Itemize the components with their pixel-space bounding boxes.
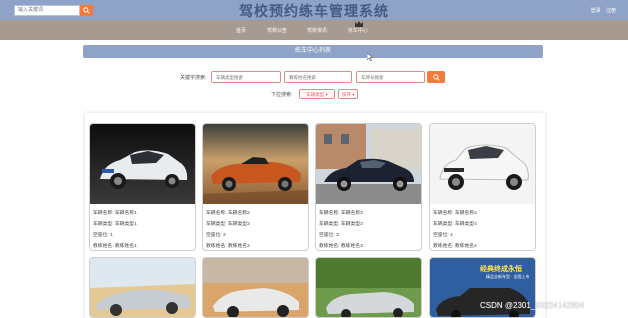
vehicle-type-dropdown[interactable]: 车辆类型 ▾ bbox=[299, 89, 335, 99]
vehicle-name: 车辆名称4 bbox=[454, 211, 477, 216]
vehicle-photo bbox=[316, 124, 421, 204]
vehicle-name-label: 车辆名称: bbox=[93, 211, 114, 216]
login-link[interactable]: 登录 bbox=[591, 8, 601, 14]
vehicle-type: 车辆类型2 bbox=[227, 222, 250, 227]
banner-subtitle: 精品全新车型 · 全国上市 bbox=[486, 274, 530, 279]
vehicle-card[interactable]: 车辆名称: 车辆名称4 车辆类型: 车辆类型4 空座位: 4 教练姓名: 教练姓… bbox=[429, 123, 536, 251]
vehicle-type: 车辆类型1 bbox=[114, 222, 137, 227]
vehicle-info: 车辆名称: 车辆名称4 车辆类型: 车辆类型4 空座位: 4 教练姓名: 教练姓… bbox=[433, 208, 477, 250]
top-header: 驾校预约练车管理系统 登录 注册 bbox=[0, 0, 628, 20]
sort-dropdown[interactable]: 排序 ▾ bbox=[338, 89, 358, 99]
vehicle-photo bbox=[430, 124, 535, 204]
nav-item-announcements[interactable]: 驾校公告 bbox=[267, 27, 287, 34]
vehicle-name: 车辆名称2 bbox=[227, 211, 250, 216]
keyword-search-label: 关键字搜索: bbox=[180, 75, 207, 81]
search-icon bbox=[432, 73, 440, 81]
vehicle-coach: 教练姓名2 bbox=[227, 244, 250, 249]
nav-item-home[interactable]: 首页 bbox=[236, 27, 246, 34]
vehicle-seats: 4 bbox=[450, 233, 453, 238]
vehicle-type-label: 车辆类型: bbox=[319, 222, 340, 227]
auth-links: 登录 注册 bbox=[587, 7, 616, 14]
vehicle-photo bbox=[203, 258, 308, 317]
main-nav: 首页 驾校公告 驾校资讯 练车中心 bbox=[0, 20, 628, 40]
section-title: 练车中心列表 bbox=[83, 45, 543, 58]
vehicle-coach: 教练姓名4 bbox=[454, 244, 477, 249]
vehicle-type: 车辆类型3 bbox=[340, 222, 363, 227]
vehicle-type-label: 车辆类型: bbox=[433, 222, 454, 227]
vehicle-type-search-input[interactable] bbox=[211, 71, 281, 83]
vehicle-coach-label: 教练姓名: bbox=[319, 244, 340, 249]
filter-search-button[interactable] bbox=[427, 71, 445, 83]
vehicle-seats: 3 bbox=[336, 233, 339, 238]
vehicle-seats-label: 空座位: bbox=[93, 233, 109, 238]
site-title: 驾校预约练车管理系统 bbox=[239, 3, 389, 19]
vehicle-card[interactable]: 车辆名称: 车辆名称2 车辆类型: 车辆类型2 空座位: 2 教练姓名: 教练姓… bbox=[202, 123, 309, 251]
register-link[interactable]: 注册 bbox=[606, 8, 616, 14]
vehicle-info: 车辆名称: 车辆名称2 车辆类型: 车辆类型2 空座位: 2 教练姓名: 教练姓… bbox=[206, 208, 250, 250]
vehicle-photo bbox=[90, 258, 195, 317]
vehicle-info: 车辆名称: 车辆名称1 车辆类型: 车辆类型1 空座位: 1 教练姓名: 教练姓… bbox=[93, 208, 137, 250]
vehicle-card[interactable] bbox=[89, 257, 196, 318]
vehicle-name-label: 车辆名称: bbox=[206, 211, 227, 216]
nav-item-practice-center[interactable]: 练车中心 bbox=[348, 27, 368, 34]
vehicle-card[interactable] bbox=[202, 257, 309, 318]
vehicle-seats-label: 空座位: bbox=[433, 233, 449, 238]
vehicle-name: 车辆名称3 bbox=[340, 211, 363, 216]
vehicle-name: 车辆名称1 bbox=[114, 211, 137, 216]
vehicle-seats: 1 bbox=[110, 233, 113, 238]
vehicle-info: 车辆名称: 车辆名称3 车辆类型: 车辆类型3 空座位: 3 教练姓名: 教练姓… bbox=[319, 208, 363, 250]
vehicle-coach: 教练姓名3 bbox=[340, 244, 363, 249]
vehicle-type-label: 车辆类型: bbox=[206, 222, 227, 227]
vehicle-type: 车辆类型4 bbox=[454, 222, 477, 227]
vehicle-card[interactable]: 车辆名称: 车辆名称1 车辆类型: 车辆类型1 空座位: 1 教练姓名: 教练姓… bbox=[89, 123, 196, 251]
vehicle-name-label: 车辆名称: bbox=[433, 211, 454, 216]
dropdown-search-label: 下拉搜索: bbox=[271, 92, 293, 98]
vehicle-seats-label: 空座位: bbox=[206, 233, 222, 238]
vehicle-seats: 2 bbox=[223, 233, 226, 238]
vehicle-card[interactable] bbox=[315, 257, 422, 318]
vehicle-photo bbox=[316, 258, 421, 317]
vehicle-coach-label: 教练姓名: bbox=[93, 244, 114, 249]
banner-headline: 经典终成永恒 bbox=[480, 266, 522, 273]
vehicle-name-label: 车辆名称: bbox=[319, 211, 340, 216]
vehicle-type-label: 车辆类型: bbox=[93, 222, 114, 227]
vehicle-coach: 教练姓名1 bbox=[114, 244, 137, 249]
mouse-cursor-icon bbox=[367, 53, 373, 61]
plate-number-search-input[interactable] bbox=[356, 71, 425, 83]
vehicle-coach-label: 教练姓名: bbox=[206, 244, 227, 249]
vehicle-photo bbox=[203, 124, 308, 204]
watermark-text: CSDN @2301_83224142804 bbox=[480, 301, 585, 310]
vehicle-seats-label: 空座位: bbox=[319, 233, 335, 238]
coach-name-search-input[interactable] bbox=[284, 71, 352, 83]
vehicle-coach-label: 教练姓名: bbox=[433, 244, 454, 249]
nav-item-news[interactable]: 驾校资讯 bbox=[307, 27, 327, 34]
vehicle-photo bbox=[90, 124, 195, 204]
vehicle-card[interactable]: 车辆名称: 车辆名称3 车辆类型: 车辆类型3 空座位: 3 教练姓名: 教练姓… bbox=[315, 123, 422, 251]
